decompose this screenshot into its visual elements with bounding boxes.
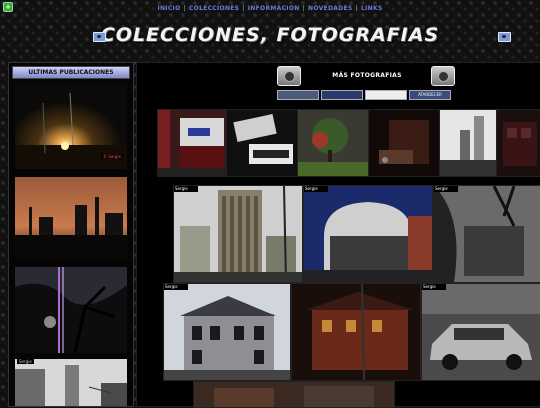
camera-icon <box>498 32 511 42</box>
sidebar-thumb-sunset-city[interactable]: © Sergie <box>15 83 127 169</box>
gallery-photo-night-street[interactable] <box>368 109 440 177</box>
nav-link-informacion[interactable]: INFORMACION <box>248 5 300 12</box>
sidebar-thumb-industrial-dusk[interactable] <box>15 177 127 259</box>
sidebar-latest-posts: ULTIMAS PUBLICACIONES © Sergie Sergie <box>8 62 134 407</box>
more-photos-title: MÁS FOTOGRAFIAS <box>332 72 402 79</box>
sidebar-heading: ULTIMAS PUBLICACIONES <box>12 66 130 79</box>
photo-caption: Sergie <box>164 284 188 290</box>
photo-caption: Sergie <box>304 186 328 192</box>
gallery-photo-theater[interactable]: Sergie <box>303 185 433 283</box>
camera-icon <box>277 66 301 86</box>
nav-link-novedades[interactable]: NOVEDADES <box>308 5 352 12</box>
more-photos-header: MÁS FOTOGRAFIAS ATARDECER <box>277 66 457 102</box>
nav-link-colecciones[interactable]: COLECCIONES <box>189 5 239 12</box>
sidebar-thumb-buildings[interactable]: Sergie <box>15 359 127 406</box>
banner-title: COLECCIONES, FOTOGRAFIAS <box>100 24 440 46</box>
gallery-photo-red-facade[interactable] <box>496 109 540 177</box>
mini-banner[interactable] <box>321 90 363 100</box>
camera-icon <box>431 66 455 86</box>
thumb-caption: Sergie <box>17 359 34 364</box>
sidebar-thumb-tree-lights[interactable] <box>15 267 127 353</box>
gallery-photo-signage[interactable] <box>226 109 298 177</box>
top-navigation: INICIO | COLECCIONES | INFORMACION | NOVEDADES… <box>157 5 383 12</box>
gallery-photo-tower[interactable]: Sergie <box>173 185 303 283</box>
nav-link-inicio[interactable]: INICIO <box>157 5 180 12</box>
gallery-photo-car[interactable]: Sergie <box>421 283 540 381</box>
main-gallery: MÁS FOTOGRAFIAS ATARDECER Sergie Sergie <box>136 62 540 408</box>
photo-caption: Sergie <box>434 186 458 192</box>
gallery-photo-street-partial[interactable] <box>193 381 395 408</box>
mini-banner-row: ATARDECER <box>277 90 457 100</box>
gallery-photo-mansion[interactable]: Sergie <box>163 283 291 381</box>
gallery-photo-tree[interactable] <box>297 109 369 177</box>
gallery-photo-brick-house[interactable] <box>291 283 421 381</box>
camera-icon <box>93 32 106 42</box>
photo-caption: Sergie <box>174 186 198 192</box>
mini-banner[interactable]: ATARDECER <box>409 90 451 100</box>
thumb-caption: © Sergie <box>101 154 123 159</box>
mini-banner[interactable] <box>365 90 407 100</box>
gallery-photo-skyline[interactable] <box>439 109 497 177</box>
mini-banner[interactable] <box>277 90 319 100</box>
gallery-photo-trees-house[interactable]: Sergie <box>433 185 540 283</box>
photo-caption: Sergie <box>422 284 446 290</box>
nav-link-links[interactable]: LINKS <box>361 5 383 12</box>
gallery-photo-shopfront[interactable] <box>157 109 227 177</box>
site-banner: COLECCIONES, FOTOGRAFIAS <box>0 20 540 52</box>
